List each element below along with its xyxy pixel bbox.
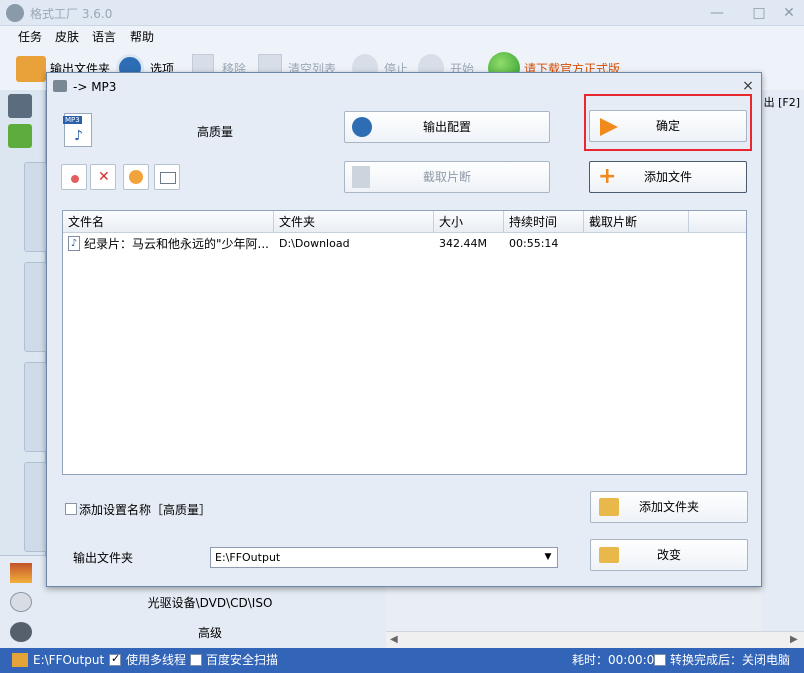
audio-category-icon[interactable] [8, 124, 32, 148]
status-bar: E:\FFOutput ✓ 使用多线程 百度安全扫描 耗时：00:00:00 转… [0, 648, 804, 673]
output-config-button[interactable]: 输出配置 [344, 111, 550, 143]
video-category-icon[interactable] [8, 94, 32, 118]
disc-drive-icon[interactable] [10, 592, 32, 612]
scroll-left-icon[interactable]: ◀ [390, 634, 398, 645]
row-duration: 00:55:14 [509, 237, 559, 250]
row-clip [589, 235, 689, 253]
row-size: 342.44M [439, 237, 487, 250]
right-panel-label: 出 [F2] [763, 96, 800, 109]
baidu-scan-label: 百度安全扫描 [206, 653, 279, 667]
horizontal-scrollbar[interactable]: ◀ ▶ [386, 631, 804, 648]
rom-device-label[interactable]: 光驱设备\DVD\CD\ISO [60, 594, 360, 611]
column-header-duration[interactable]: 持续时间 [504, 211, 584, 233]
menu-skin[interactable]: 皮肤 [55, 28, 79, 46]
quality-label: 高质量 [197, 125, 234, 139]
mp3-format-icon: MP3 ♪ [63, 113, 92, 147]
remove-file-button[interactable]: ✕ [90, 164, 116, 190]
window-title: 格式工厂 3.6.0 [30, 7, 113, 21]
row-filename: 纪录片：马云和他永远的"少年阿... [84, 237, 269, 251]
output-folder-status-icon[interactable] [12, 653, 28, 667]
chevron-down-icon[interactable]: ▼ [541, 550, 555, 565]
column-header-clip[interactable]: 截取片断 [584, 211, 689, 233]
add-folder-button[interactable]: 添加文件夹 [590, 491, 748, 523]
minimize-button[interactable]: — [706, 2, 728, 24]
multithread-label: 使用多线程 [126, 653, 187, 667]
status-output-path: E:\FFOutput [33, 653, 105, 667]
menu-bar: 任务 皮肤 语言 帮助 [0, 26, 804, 48]
image-category-icon[interactable] [10, 563, 32, 583]
baidu-scan-checkbox[interactable] [190, 654, 202, 666]
advanced-label[interactable]: 高级 [60, 624, 360, 641]
column-header-filename[interactable]: 文件名 [63, 211, 274, 233]
dialog-app-icon [53, 80, 67, 92]
scroll-right-icon[interactable]: ▶ [790, 634, 798, 645]
file-list-table[interactable]: 文件名 文件夹 大小 持续时间 截取片断 ♪ 纪录片：马云和他永远的"少年阿..… [62, 210, 747, 475]
title-bar: 格式工厂 3.6.0 — □ ✕ [0, 0, 804, 26]
column-header-folder[interactable]: 文件夹 [274, 211, 434, 233]
column-header-spacer [689, 211, 746, 233]
multithread-checkbox[interactable]: ✓ [109, 652, 121, 666]
add-file-button[interactable]: + 添加文件 [589, 161, 747, 193]
clip-button[interactable]: 截取片断 [344, 161, 550, 193]
mp3-badge: MP3 [63, 116, 82, 124]
output-folder-select[interactable]: E:\FFOutput ▼ [210, 547, 558, 568]
column-header-size[interactable]: 大小 [434, 211, 504, 233]
clip-label: 截取片断 [422, 170, 471, 184]
app-logo-icon [6, 4, 24, 22]
elapsed-time: 耗时：00:00:00 [572, 653, 662, 667]
add-folder-label: 添加文件夹 [638, 500, 699, 514]
output-config-label: 输出配置 [422, 120, 471, 134]
add-setting-name-label: 添加设置名称［高质量］ [79, 503, 212, 517]
row-folder: D:\Download [279, 237, 350, 250]
advanced-reel-icon[interactable] [10, 622, 32, 642]
output-folder-value: E:\FFOutput [215, 551, 281, 564]
change-button[interactable]: 改变 [590, 539, 748, 571]
table-row[interactable]: ♪ 纪录片：马云和他永远的"少年阿... D:\Download 342.44M… [63, 235, 746, 253]
delete-file-button[interactable] [61, 164, 87, 190]
menu-language[interactable]: 语言 [92, 28, 116, 46]
after-convert-label: 转换完成后：关闭电脑 [670, 653, 791, 667]
menu-task[interactable]: 任务 [18, 28, 42, 46]
dialog-close-button[interactable]: × [739, 77, 757, 95]
ok-button-highlight [584, 94, 752, 151]
after-convert-checkbox[interactable] [654, 654, 666, 666]
folder-icon [16, 56, 46, 82]
add-file-label: 添加文件 [643, 170, 692, 184]
media-info-button[interactable] [154, 164, 180, 190]
maximize-button[interactable]: □ [748, 2, 770, 24]
play-file-button[interactable] [123, 164, 149, 190]
audio-file-icon: ♪ [68, 236, 80, 251]
add-setting-name-checkbox[interactable] [65, 503, 77, 515]
output-folder-label: 输出文件夹 [73, 551, 134, 565]
change-label: 改变 [656, 548, 681, 562]
menu-help[interactable]: 帮助 [130, 28, 154, 46]
right-panel: 出 [F2] [762, 90, 804, 650]
close-window-button[interactable]: ✕ [778, 2, 800, 24]
dialog-title: -> MP3 [73, 80, 117, 94]
